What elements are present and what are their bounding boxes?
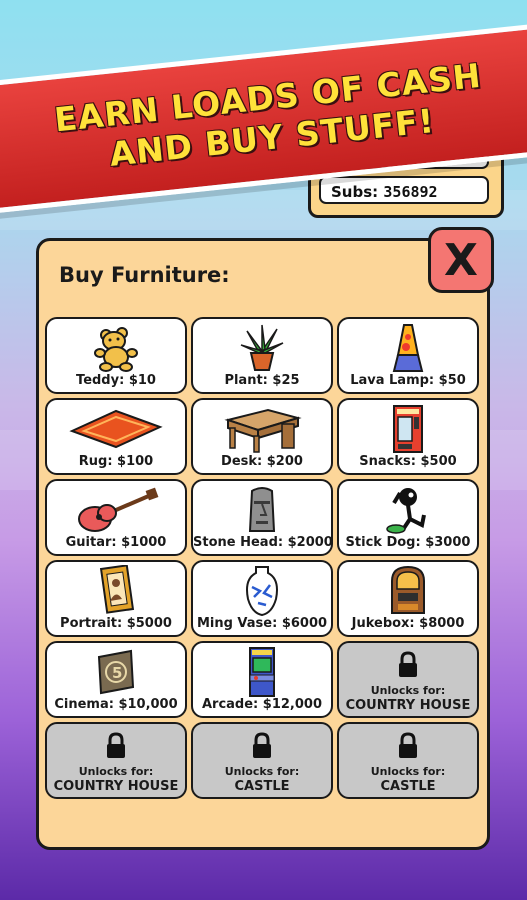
locked-slot: Unlocks for: COUNTRY HOUSE	[337, 641, 479, 718]
furniture-item-arcade[interactable]: Arcade: $12,000	[191, 641, 333, 718]
portrait-icon	[47, 565, 185, 616]
furniture-item-jukebox[interactable]: Jukebox: $8000	[337, 560, 479, 637]
locked-slot: Unlocks for: CASTLE	[337, 722, 479, 799]
unlock-caption: Unlocks for:	[370, 765, 446, 778]
furniture-item-cinema[interactable]: 5 Cinema: $10,000	[45, 641, 187, 718]
rug-icon	[47, 404, 185, 454]
furniture-item-stone-head[interactable]: Stone Head: $2000	[191, 479, 333, 556]
item-label: Rug: $100	[78, 454, 154, 469]
lock-icon	[339, 651, 477, 679]
lock-icon	[47, 732, 185, 760]
furniture-item-snacks[interactable]: Snacks: $500	[337, 398, 479, 475]
desk-icon	[193, 404, 331, 454]
furniture-item-lava-lamp[interactable]: Lava Lamp: $50	[337, 317, 479, 394]
item-label: Stick Dog: $3000	[345, 535, 471, 550]
locked-slot: Unlocks for: COUNTRY HOUSE	[45, 722, 187, 799]
item-label: Stone Head: $2000	[193, 535, 333, 550]
close-button[interactable]: X	[428, 227, 494, 293]
item-label: Snacks: $500	[359, 454, 457, 469]
lock-icon	[193, 732, 331, 760]
unlock-caption: Unlocks for:	[370, 684, 446, 697]
subs-value: 356892	[383, 183, 438, 201]
furniture-item-stick-dog[interactable]: Stick Dog: $3000	[337, 479, 479, 556]
item-label: Cinema: $10,000	[54, 697, 178, 712]
item-label: Lava Lamp: $50	[350, 373, 466, 388]
furniture-item-ming-vase[interactable]: Ming Vase: $6000	[191, 560, 333, 637]
subs-label: Subs:	[331, 183, 379, 201]
unlock-requirement: COUNTRY HOUSE	[53, 779, 179, 794]
item-label: Ming Vase: $6000	[196, 616, 328, 631]
vase-icon	[193, 566, 331, 617]
item-label: Guitar: $1000	[65, 535, 167, 550]
unlock-caption: Unlocks for:	[78, 765, 154, 778]
item-label: Jukebox: $8000	[351, 616, 465, 631]
item-label: Portrait: $5000	[60, 616, 172, 631]
furniture-item-plant[interactable]: Plant: $25	[191, 317, 333, 394]
furniture-item-portrait[interactable]: Portrait: $5000	[45, 560, 187, 637]
unlock-requirement: CASTLE	[234, 779, 290, 794]
locked-slot: Unlocks for: CASTLE	[191, 722, 333, 799]
furniture-item-teddy[interactable]: Teddy: $10	[45, 317, 187, 394]
furniture-item-desk[interactable]: Desk: $200	[191, 398, 333, 475]
unlock-requirement: CASTLE	[380, 779, 436, 794]
item-label: Plant: $25	[224, 373, 300, 388]
furniture-item-rug[interactable]: Rug: $100	[45, 398, 187, 475]
unlock-caption: Unlocks for:	[224, 765, 300, 778]
subs-counter: Subs: 356892	[319, 176, 489, 204]
lava-lamp-icon	[339, 323, 477, 373]
stone-head-icon	[193, 485, 331, 535]
buy-furniture-dialog: Buy Furniture: Teddy: $10 Plant: $25 Lav…	[36, 238, 490, 850]
snack-machine-icon	[339, 404, 477, 454]
dialog-title: Buy Furniture:	[59, 263, 230, 287]
stick-dog-icon	[339, 485, 477, 535]
lock-icon	[339, 732, 477, 760]
furniture-item-guitar[interactable]: Guitar: $1000	[45, 479, 187, 556]
cinema-icon: 5	[47, 647, 185, 697]
item-label: Arcade: $12,000	[201, 697, 322, 712]
unlock-requirement: COUNTRY HOUSE	[345, 698, 471, 713]
svg-text:5: 5	[112, 664, 122, 682]
furniture-grid: Teddy: $10 Plant: $25 Lava Lamp: $50 Rug…	[45, 317, 479, 799]
jukebox-icon	[339, 565, 477, 616]
item-label: Teddy: $10	[76, 373, 156, 388]
arcade-icon	[193, 647, 331, 697]
guitar-icon	[47, 485, 185, 535]
teddy-bear-icon	[47, 323, 185, 373]
item-label: Desk: $200	[221, 454, 303, 469]
plant-icon	[193, 323, 331, 373]
